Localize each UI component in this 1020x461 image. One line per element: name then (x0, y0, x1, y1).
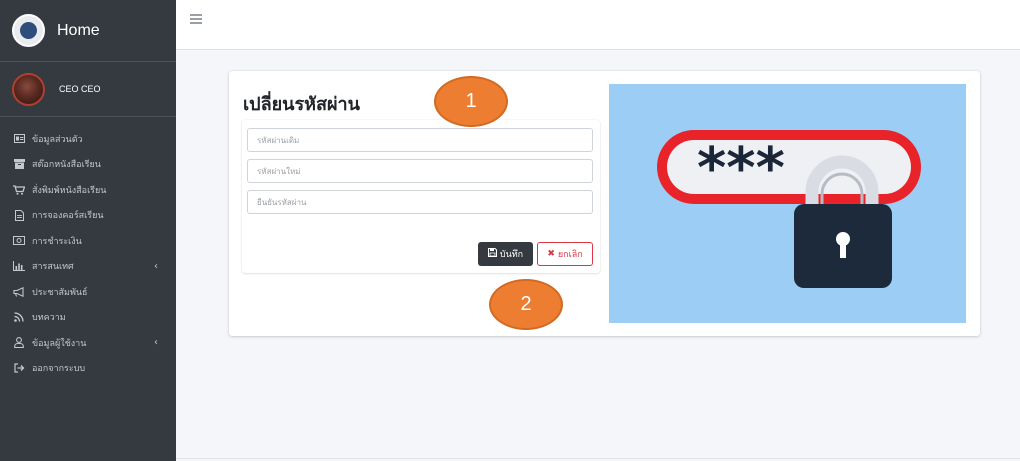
chevron-left-icon: ‹ (154, 260, 158, 272)
brand-link[interactable]: Home (0, 0, 176, 62)
sidebar-item-logout[interactable]: ออกจากระบบ (0, 356, 176, 382)
chevron-left-icon: ‹ (154, 337, 158, 349)
sidebar-item-print-order[interactable]: สั่งพิมพ์หนังสือเรียน (0, 177, 176, 203)
confirm-password-input[interactable] (247, 190, 593, 214)
brand-logo (12, 14, 45, 47)
rss-icon (13, 311, 25, 323)
sidebar-menu: ข้อมูลส่วนตัว สต๊อกหนังสือเรียน สั่งพิมพ… (0, 126, 176, 381)
sign-out-icon (13, 362, 25, 374)
password-illustration: *** (609, 84, 966, 323)
money-icon (13, 235, 25, 247)
footer-divider (176, 458, 1020, 459)
sidebar-item-label: บทความ (32, 313, 66, 324)
file-icon (13, 209, 25, 221)
sidebar-item-label: การจองคอร์สเรียน (32, 211, 104, 222)
sidebar-item-label: ข้อมูลส่วนตัว (32, 134, 83, 145)
callout-marker-2: 2 (489, 279, 563, 330)
id-card-icon (13, 133, 25, 145)
user-icon (13, 337, 25, 349)
old-password-input[interactable] (247, 128, 593, 152)
archive-icon (13, 158, 25, 170)
cancel-button[interactable]: ✖ ยกเลิก (537, 242, 593, 266)
user-panel[interactable]: CEO CEO (0, 62, 176, 117)
cancel-button-label: ยกเลิก (557, 250, 583, 260)
user-name: CEO CEO (59, 84, 101, 94)
sidebar-item-label: สารสนเทศ (32, 262, 74, 273)
sidebar-item-information[interactable]: สารสนเทศ ‹ (0, 254, 176, 280)
sidebar-item-announcements[interactable]: ประชาสัมพันธ์ (0, 279, 176, 305)
chart-icon (13, 260, 25, 272)
save-button[interactable]: บันทึก (478, 242, 533, 266)
sidebar-item-label: สต๊อกหนังสือเรียน (32, 160, 101, 171)
sidebar-item-label: ข้อมูลผู้ใช้งาน (32, 338, 87, 349)
save-button-label: บันทึก (499, 250, 524, 260)
avatar (12, 72, 45, 106)
brand-title: Home (57, 21, 100, 39)
sidebar: Home CEO CEO ข้อมูลส่วนตัว สต๊อกหนังสือเ… (0, 0, 176, 461)
top-navbar (176, 0, 1020, 50)
cart-icon (13, 184, 25, 196)
floppy-disk-icon (487, 248, 497, 260)
menu-toggle-icon[interactable] (190, 14, 202, 24)
sidebar-item-user-data[interactable]: ข้อมูลผู้ใช้งาน ‹ (0, 330, 176, 356)
close-icon: ✖ (547, 249, 555, 259)
sidebar-item-course-booking[interactable]: การจองคอร์สเรียน (0, 203, 176, 229)
callout-marker-1: 1 (434, 76, 508, 127)
bullhorn-icon (13, 286, 25, 298)
masked-password-text: *** (697, 136, 785, 201)
sidebar-item-articles[interactable]: บทความ (0, 305, 176, 331)
sidebar-item-label: ประชาสัมพันธ์ (32, 287, 88, 298)
new-password-input[interactable] (247, 159, 593, 183)
sidebar-item-book-stock[interactable]: สต๊อกหนังสือเรียน (0, 152, 176, 178)
sidebar-item-payment[interactable]: การชำระเงิน (0, 228, 176, 254)
sidebar-item-profile[interactable]: ข้อมูลส่วนตัว (0, 126, 176, 152)
page-title: เปลี่ยนรหัสผ่าน (243, 94, 360, 115)
sidebar-item-label: ออกจากระบบ (32, 364, 86, 375)
sidebar-item-label: สั่งพิมพ์หนังสือเรียน (32, 185, 107, 196)
sidebar-item-label: การชำระเงิน (32, 236, 82, 247)
